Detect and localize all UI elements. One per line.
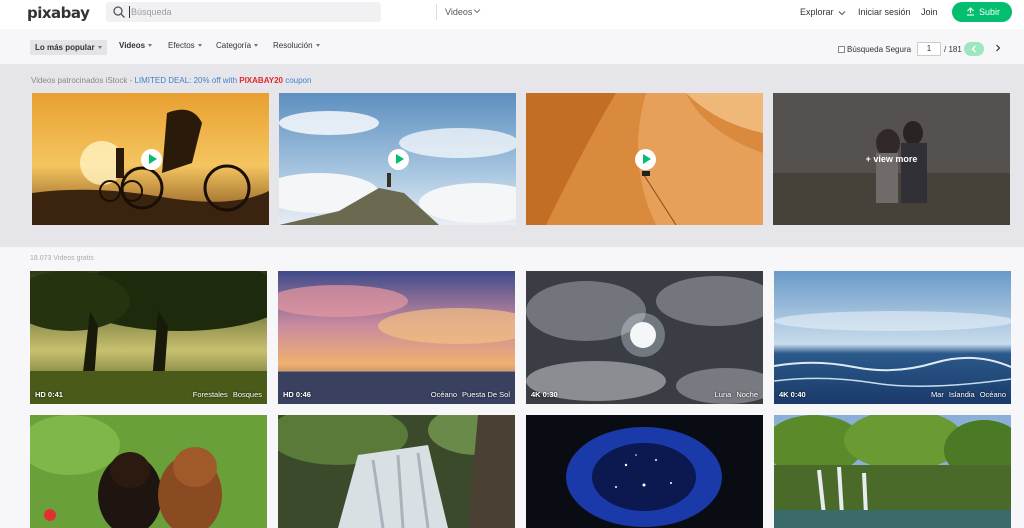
video-card[interactable]: 4K 0:30 Luna Noche — [526, 271, 763, 404]
view-more-tile[interactable]: + view more — [773, 93, 1010, 225]
sea-waves-image — [774, 271, 1011, 404]
effects-filter[interactable]: Efectos — [168, 41, 202, 50]
sponsored-banner: Videos patrocinados iStock - LIMITED DEA… — [31, 76, 311, 85]
video-card[interactable]: HD 0:46 Océano Puesta De Sol — [278, 271, 515, 404]
upload-label: Subir — [979, 7, 1001, 17]
media-label: Videos — [119, 41, 146, 50]
chevron-down-icon — [838, 10, 846, 15]
video-tags: Luna Noche — [710, 390, 758, 399]
sponsored-section: Videos patrocinados iStock - LIMITED DEA… — [0, 64, 1024, 247]
tag-link[interactable]: Islandia — [949, 390, 975, 399]
video-card[interactable] — [30, 415, 267, 528]
category-label: Categoría — [216, 41, 252, 50]
chevron-down-icon — [473, 9, 481, 14]
video-card[interactable] — [774, 415, 1011, 528]
view-more-overlay: + view more — [773, 93, 1010, 225]
category-filter[interactable]: Categoría — [216, 41, 259, 50]
sponsored-video-thumbnail[interactable] — [526, 93, 763, 225]
play-icon[interactable] — [140, 149, 162, 170]
tag-link[interactable]: Océano — [980, 390, 1006, 399]
caret-down-icon — [254, 44, 259, 48]
safe-search-toggle[interactable]: Búsqueda Segura — [838, 45, 911, 54]
login-link[interactable]: Iniciar sesión — [858, 7, 911, 17]
video-quality-duration: 4K 0:40 — [779, 390, 806, 399]
sort-filter[interactable]: Lo más popular — [30, 40, 107, 55]
tag-link[interactable]: Océano — [431, 390, 457, 399]
upload-icon — [967, 7, 974, 16]
video-quality-duration: 4K 0:30 — [531, 390, 558, 399]
play-icon[interactable] — [634, 149, 656, 170]
sponsored-prefix: Videos patrocinados iStock - — [31, 76, 135, 85]
video-quality-duration: HD 0:46 — [283, 390, 311, 399]
effects-label: Efectos — [168, 41, 195, 50]
results-count: 18.073 Videos gratis — [30, 255, 94, 262]
view-more-label[interactable]: + view more — [773, 154, 1010, 164]
resolution-filter[interactable]: Resolución — [273, 41, 320, 50]
search-input[interactable]: Búsqueda — [131, 7, 172, 17]
search-icon[interactable] — [112, 5, 126, 19]
video-tags: Forestales Bosques — [188, 390, 262, 399]
caret-down-icon — [148, 44, 153, 48]
join-link[interactable]: Join — [921, 7, 938, 17]
caret-down-icon — [197, 44, 202, 48]
tag-link[interactable]: Forestales — [193, 390, 228, 399]
tag-link[interactable]: Mar — [931, 390, 944, 399]
deal-link[interactable]: LIMITED DEAL: 20% off with — [134, 76, 239, 85]
video-tags: Océano Puesta De Sol — [426, 390, 510, 399]
safe-search-checkbox[interactable] — [838, 46, 845, 53]
deal-suffix: coupon — [282, 76, 312, 85]
next-page-button[interactable] — [995, 44, 1001, 52]
forest-waterfall-image — [774, 415, 1011, 528]
tag-link[interactable]: Luna — [715, 390, 732, 399]
coupon-code: PIXABAY20 — [239, 76, 283, 85]
upload-button[interactable]: Subir — [952, 2, 1012, 22]
play-icon[interactable] — [387, 149, 409, 170]
top-header: pixabay Búsqueda Videos Explorar Iniciar… — [0, 0, 1024, 29]
search-type-label: Videos — [445, 7, 473, 17]
tag-link[interactable]: Bosques — [233, 390, 262, 399]
puppies-image — [30, 415, 267, 528]
video-tags: Mar Islandia Océano — [926, 390, 1006, 399]
chevron-left-icon — [971, 45, 976, 53]
video-card[interactable]: HD 0:41 Forestales Bosques — [30, 271, 267, 404]
waterfall-image — [278, 415, 515, 528]
explore-label: Explorar — [800, 7, 834, 17]
video-quality-duration: HD 0:41 — [35, 390, 63, 399]
ocean-sunset-image — [278, 271, 515, 404]
moon-clouds-image — [526, 271, 763, 404]
video-card[interactable] — [278, 415, 515, 528]
search-type-select[interactable]: Videos — [436, 4, 486, 20]
page-number-input[interactable]: 1 — [917, 42, 941, 56]
sort-label: Lo más popular — [35, 43, 95, 52]
sponsored-video-thumbnail[interactable] — [32, 93, 269, 225]
cave-stars-image — [526, 415, 763, 528]
forest-tree-image — [30, 271, 267, 404]
media-filter[interactable]: Videos — [119, 41, 153, 50]
search-bar: Búsqueda Videos — [106, 2, 481, 22]
resolution-label: Resolución — [273, 41, 313, 50]
explore-menu[interactable]: Explorar — [800, 7, 846, 17]
tag-link[interactable]: Puesta De Sol — [462, 390, 510, 399]
filter-bar: Lo más popular Videos Efectos Categoría … — [0, 29, 1024, 64]
video-card[interactable]: 4K 0:40 Mar Islandia Océano — [774, 271, 1011, 404]
tag-link[interactable]: Noche — [736, 390, 758, 399]
page-total: / 181 — [944, 45, 962, 54]
caret-down-icon — [315, 44, 320, 48]
pixabay-logo[interactable]: pixabay — [27, 4, 90, 22]
video-card[interactable] — [526, 415, 763, 528]
caret-down-icon — [97, 46, 102, 50]
sponsored-video-thumbnail[interactable] — [279, 93, 516, 225]
prev-page-button[interactable] — [964, 42, 984, 56]
text-cursor — [129, 6, 130, 18]
safe-search-label: Búsqueda Segura — [847, 45, 912, 54]
